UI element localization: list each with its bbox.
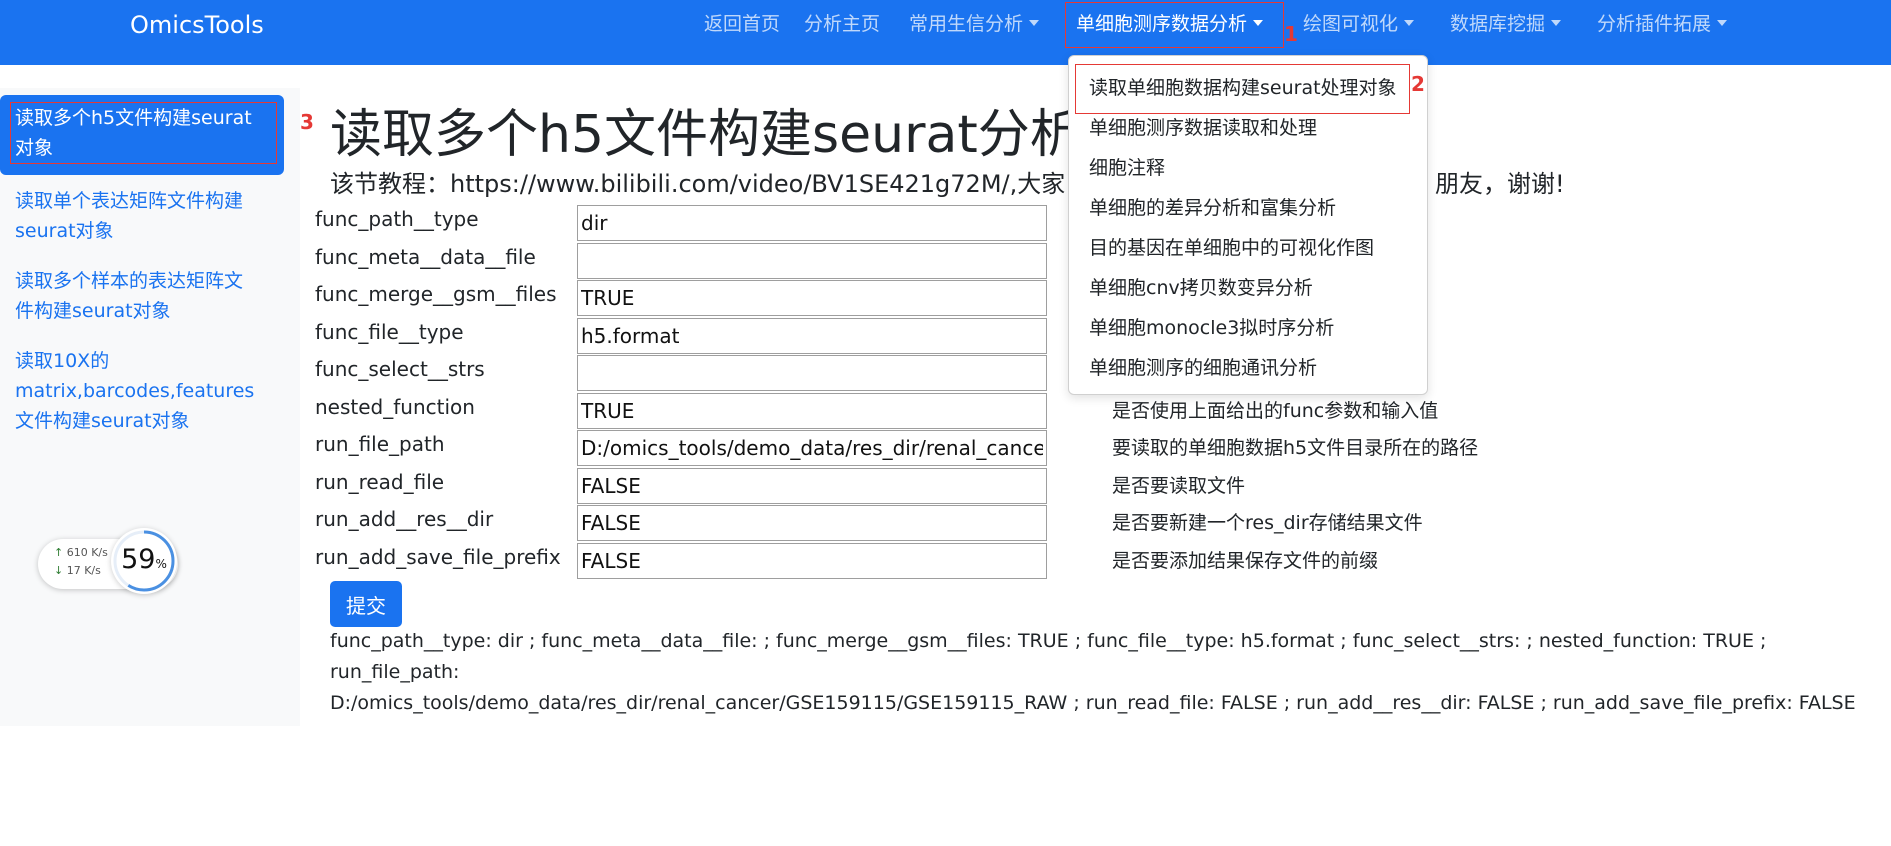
caret-down-icon	[1717, 20, 1728, 26]
run-file-path-input[interactable]	[577, 430, 1047, 466]
form-description: 是否要新建一个res_dir存储结果文件	[1112, 512, 1423, 534]
submitted-params-summary: func_path__type: dir ; func_meta__data__…	[330, 626, 1890, 719]
nav-plugin-extension[interactable]: 分析插件拓展	[1597, 9, 1728, 36]
summary-line: D:/omics_tools/demo_data/res_dir/renal_c…	[330, 692, 1856, 714]
download-speed-value: 17 K/s	[66, 564, 101, 577]
annotation-label-2: 2	[1411, 72, 1425, 96]
func-file-type-input[interactable]	[577, 318, 1047, 354]
dropdown-item-cnv[interactable]: 单细胞cnv拷贝数变异分析	[1089, 273, 1313, 300]
page-title: 读取多个h5文件构建seurat分析对	[330, 105, 1134, 165]
dropdown-item-cell-annotation[interactable]: 细胞注释	[1089, 153, 1165, 180]
download-speed: ↓ 17 K/s	[54, 564, 101, 577]
gauge-percent: 59%	[111, 544, 177, 575]
form-label: func_merge__gsm__files	[315, 282, 557, 306]
form-label: run_file_path	[315, 432, 445, 456]
memory-gauge[interactable]: 59%	[111, 528, 177, 594]
form-description: 是否要读取文件	[1112, 475, 1246, 497]
tutorial-text-tail: 朋友，谢谢!	[1435, 170, 1565, 198]
dropdown-item-diff-enrichment[interactable]: 单细胞的差异分析和富集分析	[1089, 193, 1336, 220]
sidebar-item-label: 读取单个表达矩阵文件构建	[15, 190, 244, 212]
nav-label: 绘图可视化	[1303, 13, 1399, 35]
nested-function-input[interactable]	[577, 393, 1047, 429]
sidebar-item-label: matrix,barcodes,features	[15, 380, 255, 402]
brand-logo[interactable]: OmicsTools	[130, 11, 264, 39]
nav-database-mining[interactable]: 数据库挖掘	[1450, 9, 1562, 36]
form-label: nested_function	[315, 395, 475, 419]
sidebar-item-label: seurat对象	[15, 220, 114, 242]
upload-speed-value: 610 K/s	[66, 546, 108, 559]
dropdown-item-cell-communication[interactable]: 单细胞测序的细胞通讯分析	[1089, 353, 1317, 380]
func-path-type-input[interactable]	[577, 205, 1047, 241]
nav-label: 数据库挖掘	[1450, 13, 1546, 35]
annotation-box-3	[10, 102, 277, 164]
upload-speed: ↑ 610 K/s	[54, 546, 108, 559]
nav-analysis-home[interactable]: 分析主页	[804, 9, 880, 36]
annotation-label-3: 3	[300, 110, 314, 134]
run-read-file-input[interactable]	[577, 468, 1047, 504]
form-label: func_select__strs	[315, 357, 485, 381]
caret-down-icon	[1029, 20, 1040, 26]
sidebar: 读取多个h5文件构建seurat 对象 读取单个表达矩阵文件构建 seurat对…	[0, 88, 300, 726]
nav-label: 分析插件拓展	[1597, 13, 1712, 35]
dropdown-item-gene-visualization[interactable]: 目的基因在单细胞中的可视化作图	[1089, 233, 1374, 260]
tutorial-link-text: 该节教程：https://www.bilibili.com/video/BV1S…	[330, 170, 1066, 198]
sidebar-item-single-matrix[interactable]: 读取单个表达矩阵文件构建 seurat对象	[0, 186, 284, 246]
sidebar-item-label: 文件构建seurat对象	[15, 410, 190, 432]
sidebar-item-label: 读取10X的	[15, 350, 110, 372]
form-label: func_meta__data__file	[315, 245, 536, 269]
submit-button[interactable]: 提交	[330, 581, 402, 627]
run-add-save-file-prefix-input[interactable]	[577, 543, 1047, 579]
func-merge-gsm-files-input[interactable]	[577, 280, 1047, 316]
sidebar-item-label: 读取多个样本的表达矩阵文	[15, 270, 244, 292]
caret-down-icon	[1404, 20, 1415, 26]
form-description: 是否使用上面给出的func参数和输入值	[1112, 400, 1439, 422]
gauge-percent-value: 59	[121, 544, 156, 575]
summary-line: func_path__type: dir ; func_meta__data__…	[330, 630, 1767, 683]
form-description: 是否要添加结果保存文件的前缀	[1112, 550, 1379, 572]
form-label: func_file__type	[315, 320, 464, 344]
sidebar-item-label: 件构建seurat对象	[15, 300, 171, 322]
form-description: 要读取的单细胞数据h5文件目录所在的路径	[1112, 437, 1479, 459]
nav-home[interactable]: 返回首页	[704, 9, 780, 36]
nav-label: 常用生信分析	[909, 13, 1024, 35]
dropdown-item-monocle3[interactable]: 单细胞monocle3拟时序分析	[1089, 313, 1334, 340]
sidebar-item-multi-sample-matrix[interactable]: 读取多个样本的表达矩阵文 件构建seurat对象	[0, 266, 284, 326]
arrow-up-icon: ↑	[54, 546, 64, 559]
form-label: run_read_file	[315, 470, 445, 494]
caret-down-icon	[1551, 20, 1562, 26]
form-label: func_path__type	[315, 207, 479, 231]
func-select-strs-input[interactable]	[577, 355, 1047, 391]
annotation-box-2	[1075, 64, 1410, 114]
arrow-down-icon: ↓	[54, 564, 64, 577]
form-label: run_add_save_file_prefix	[315, 545, 561, 569]
run-add-res-dir-input[interactable]	[577, 505, 1047, 541]
nav-common-bioinfo[interactable]: 常用生信分析	[909, 9, 1040, 36]
top-navbar: OmicsTools 返回首页 分析主页 常用生信分析 单细胞测序数据分析 绘图…	[0, 0, 1891, 65]
nav-plot-visualization[interactable]: 绘图可视化	[1303, 9, 1415, 36]
annotation-box-1	[1065, 2, 1284, 48]
dropdown-item-read-process[interactable]: 单细胞测序数据读取和处理	[1089, 113, 1317, 140]
func-meta-data-file-input[interactable]	[577, 243, 1047, 279]
annotation-label-1: 1	[1284, 22, 1298, 46]
sidebar-item-10x-files[interactable]: 读取10X的 matrix,barcodes,features 文件构建seur…	[0, 346, 284, 436]
gauge-percent-unit: %	[155, 557, 167, 571]
form-label: run_add__res__dir	[315, 507, 494, 531]
